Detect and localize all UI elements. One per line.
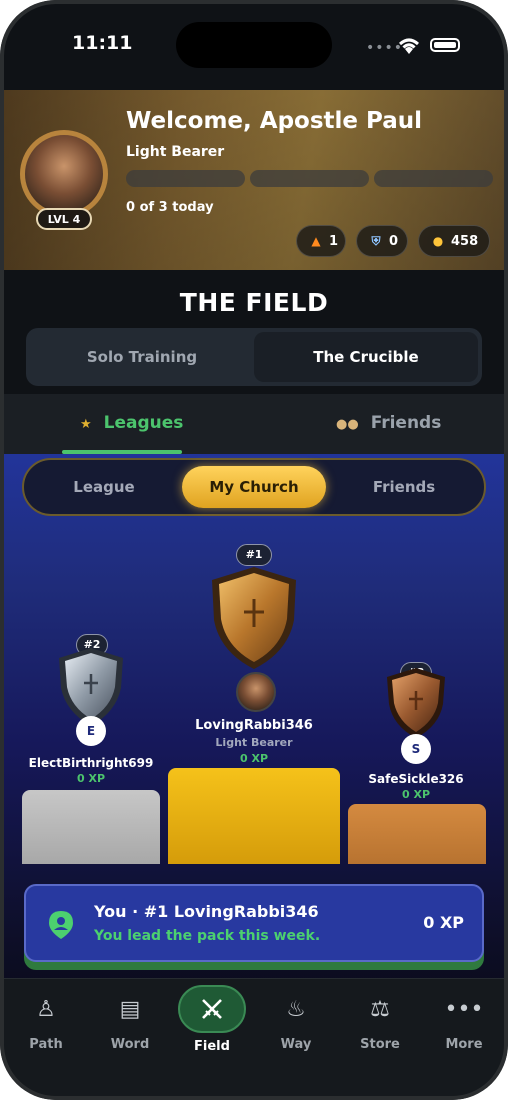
nav-word[interactable]: ▤ Word — [88, 979, 172, 1069]
profile-header: LVL 4 Welcome, Apostle Paul Light Bearer… — [4, 90, 504, 270]
wifi-icon — [399, 38, 419, 54]
progress-segment-2 — [250, 170, 369, 187]
status-bar: 11:11 •••• — [4, 4, 504, 90]
first-place-pedestal — [168, 768, 340, 864]
daily-progress-bars — [126, 170, 493, 188]
second-place-pedestal — [22, 790, 160, 864]
shield-stat[interactable]: ⛨ 0 — [356, 225, 408, 257]
nav-store-label: Store — [360, 1037, 400, 1052]
your-xp: 0 XP — [423, 913, 464, 932]
lamp-icon: ♨ — [286, 997, 306, 1022]
nav-more-label: More — [445, 1037, 483, 1052]
bronze-shield-icon — [387, 668, 445, 738]
dynamic-island — [176, 22, 332, 68]
your-rank-line: You · #1 LovingRabbi346 — [94, 902, 319, 921]
location-pin-icon — [49, 911, 73, 939]
streak-stat[interactable]: ▲ 1 — [296, 225, 346, 257]
first-place-title: Light Bearer — [215, 736, 293, 749]
rank-badge-1: #1 — [236, 544, 272, 566]
progress-segment-3 — [374, 170, 493, 187]
trophy-icon: ★ — [80, 417, 92, 432]
scales-icon: ⚖ — [370, 997, 390, 1022]
avatar[interactable] — [20, 130, 108, 218]
third-place-name: SafeSickle326 — [368, 772, 464, 786]
tab-friends[interactable]: ●● Friends — [336, 394, 441, 454]
rank-title: Light Bearer — [126, 144, 225, 160]
coin-icon: ● — [432, 234, 444, 248]
section-tabs: ★ Leagues ●● Friends — [4, 394, 504, 454]
flame-icon: ▲ — [311, 234, 321, 248]
people-icon: ●● — [336, 417, 359, 432]
scroll-icon: ▤ — [119, 997, 141, 1022]
tab-leagues-label: Leagues — [103, 413, 184, 433]
nav-way[interactable]: ♨ Way — [254, 979, 338, 1069]
coin-count: 458 — [451, 234, 479, 249]
scope-league[interactable]: League — [34, 466, 174, 508]
league-leaderboard: League My Church Friends #1 LovingRabbi3… — [4, 454, 504, 984]
nav-way-label: Way — [280, 1037, 312, 1052]
nav-path[interactable]: ♙ Path — [4, 979, 88, 1069]
bottom-nav: ♙ Path ▤ Word Field ♨ Way ⚖ Store ••• Mo… — [4, 978, 504, 1096]
more-dots-icon: ••• — [444, 997, 484, 1022]
path-icon: ♙ — [36, 997, 56, 1022]
welcome-title: Welcome, Apostle Paul — [126, 108, 423, 134]
first-place-name: LovingRabbi346 — [195, 718, 313, 733]
shield-icon: ⛨ — [371, 234, 381, 248]
phone-frame: 11:11 •••• LVL 4 Welcome, Apostle Paul L… — [0, 0, 508, 1100]
tab-solo-training[interactable]: Solo Training — [30, 332, 254, 382]
second-place-xp: 0 XP — [76, 772, 106, 785]
second-place-avatar[interactable]: E — [76, 716, 106, 746]
progress-today-text: 0 of 3 today — [126, 200, 214, 215]
first-place-avatar[interactable] — [236, 672, 276, 712]
second-place-name: ElectBirthright699 — [28, 756, 154, 770]
scope-friends[interactable]: Friends — [334, 466, 474, 508]
progress-segment-1 — [126, 170, 245, 187]
status-time: 11:11 — [72, 32, 133, 54]
mode-segmented-control: Solo Training The Crucible — [26, 328, 482, 386]
app-screen: 11:11 •••• LVL 4 Welcome, Apostle Paul L… — [4, 4, 504, 1096]
scope-segmented-control: League My Church Friends — [22, 458, 486, 516]
gold-shield-icon — [212, 567, 296, 669]
coin-stat[interactable]: ● 458 — [418, 225, 490, 257]
shield-count: 0 — [389, 234, 399, 249]
third-place-xp: 0 XP — [401, 788, 431, 801]
nav-more[interactable]: ••• More — [422, 979, 504, 1069]
first-place-xp: 0 XP — [239, 752, 269, 765]
page-title: THE FIELD — [179, 288, 329, 317]
battery-icon — [430, 38, 460, 52]
your-rank-banner[interactable]: You · #1 LovingRabbi346 You lead the pac… — [24, 884, 484, 962]
your-rank-subtitle: You lead the pack this week. — [94, 928, 321, 944]
third-place-pedestal — [348, 804, 486, 864]
nav-store[interactable]: ⚖ Store — [338, 979, 422, 1069]
streak-count: 1 — [329, 234, 339, 249]
avatar-portrait — [25, 135, 103, 213]
nav-field-label: Field — [194, 1039, 230, 1054]
tab-the-crucible[interactable]: The Crucible — [254, 332, 478, 382]
nav-word-label: Word — [110, 1037, 150, 1052]
nav-path-label: Path — [29, 1037, 63, 1052]
level-badge: LVL 4 — [36, 208, 92, 230]
nav-field[interactable]: Field — [170, 979, 254, 1069]
tab-friends-label: Friends — [370, 413, 442, 433]
scope-my-church[interactable]: My Church — [182, 466, 326, 508]
tab-leagues[interactable]: ★ Leagues — [80, 394, 183, 454]
third-place-avatar[interactable]: S — [401, 734, 431, 764]
